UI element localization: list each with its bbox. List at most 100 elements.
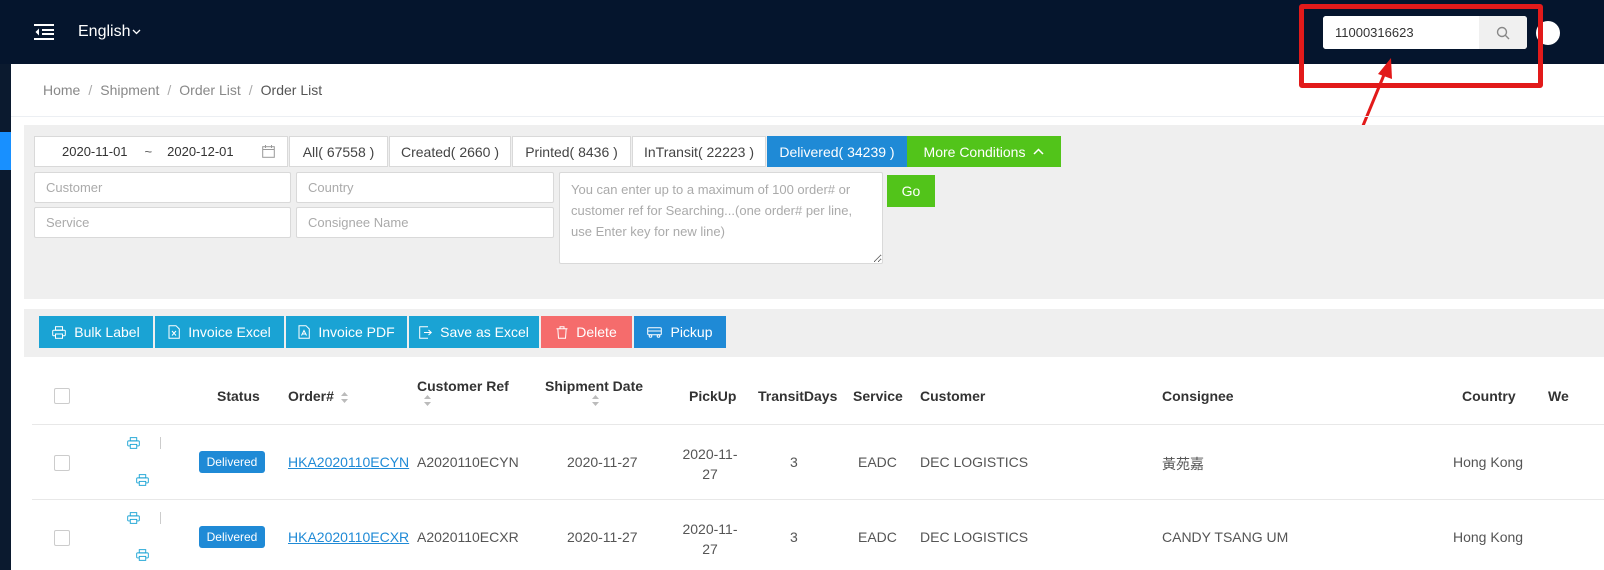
pickup-cell: 2020-11- 27 xyxy=(682,519,738,559)
language-selector[interactable]: English xyxy=(78,23,141,41)
order-number-link[interactable]: HKA2020110ECYN xyxy=(288,454,409,470)
date-separator: ~ xyxy=(144,144,153,159)
language-label: English xyxy=(78,23,131,40)
service-cell: EADC xyxy=(858,529,897,545)
breadcrumb-separator: / xyxy=(248,82,253,98)
column-header-consignee: Consignee xyxy=(1162,388,1234,404)
column-header-country: Country xyxy=(1462,388,1516,404)
country-cell: Hong Kong xyxy=(1453,529,1524,545)
row-checkbox[interactable] xyxy=(54,530,70,546)
service-cell: EADC xyxy=(858,454,897,470)
transit-days-cell: 3 xyxy=(790,529,798,545)
pickup-cell-line2: 27 xyxy=(702,466,718,482)
pickup-button[interactable]: Pickup xyxy=(634,316,726,348)
customer-field[interactable] xyxy=(34,172,291,203)
column-header-status: Status xyxy=(217,388,260,404)
customer-cell: DEC LOGISTICS xyxy=(920,529,1029,545)
date-range-picker[interactable]: 2020-11-01 ~ 2020-12-01 xyxy=(34,136,288,167)
invoice-excel-button[interactable]: Invoice Excel xyxy=(155,316,284,348)
invoice-pdf-button[interactable]: Invoice PDF xyxy=(286,316,407,348)
consignee-cell: 黃苑嘉 xyxy=(1162,456,1204,472)
sort-icon xyxy=(592,395,599,406)
shipment-date-cell: 2020-11-27 xyxy=(567,454,638,470)
consignee-name-field[interactable] xyxy=(296,207,554,238)
row-checkbox[interactable] xyxy=(54,455,70,471)
printer-icon[interactable] xyxy=(127,512,140,524)
breadcrumb-home[interactable]: Home xyxy=(43,82,80,98)
column-header-customer-ref-label: Customer Ref xyxy=(417,378,509,394)
save-as-excel-text: Save as Excel xyxy=(440,324,529,340)
order-numbers-textarea[interactable] xyxy=(559,172,883,264)
column-header-order-label: Order# xyxy=(288,388,334,404)
sort-icon xyxy=(340,391,348,403)
column-header-weight: We xyxy=(1548,388,1569,404)
breadcrumb-divider xyxy=(11,116,1604,117)
customer-ref-cell: A2020110ECXR xyxy=(417,529,519,545)
annotation-highlight-box xyxy=(1299,4,1543,88)
invoice-pdf-text: Invoice PDF xyxy=(318,324,395,340)
breadcrumb-shipment[interactable]: Shipment xyxy=(100,82,159,98)
chevron-down-icon xyxy=(133,29,141,35)
tab-created[interactable]: Created( 2660 ) xyxy=(389,136,511,167)
pickup-cell-line2: 27 xyxy=(702,541,718,557)
invoice-excel-text: Invoice Excel xyxy=(188,324,271,340)
breadcrumb: Home / Shipment / Order List / Order Lis… xyxy=(43,82,322,98)
truck-icon xyxy=(647,327,663,338)
transit-days-cell: 3 xyxy=(790,454,798,470)
status-badge: Delivered xyxy=(199,451,265,473)
printer-icon[interactable] xyxy=(136,549,149,561)
date-to: 2020-12-01 xyxy=(167,144,234,159)
export-icon xyxy=(419,325,433,339)
sort-icon xyxy=(424,395,431,406)
service-field[interactable] xyxy=(34,207,291,238)
tab-printed[interactable]: Printed( 8436 ) xyxy=(512,136,631,167)
breadcrumb-separator: / xyxy=(88,82,93,98)
column-header-customer-ref[interactable]: Customer Ref xyxy=(417,378,509,410)
select-all-checkbox[interactable] xyxy=(54,388,70,404)
printer-icon[interactable] xyxy=(136,474,149,486)
pdf-file-icon xyxy=(298,325,311,339)
tab-delivered[interactable]: Delivered( 34239 ) xyxy=(767,136,907,167)
customer-cell: DEC LOGISTICS xyxy=(920,454,1029,470)
column-header-shipment-date-label: Shipment Date xyxy=(545,378,644,394)
pickup-cell-line1: 2020-11- xyxy=(682,446,738,462)
chevron-up-icon xyxy=(1033,148,1044,155)
breadcrumb-current: Order List xyxy=(260,82,323,98)
shipment-date-cell: 2020-11-27 xyxy=(567,529,638,545)
calendar-icon xyxy=(262,145,275,158)
save-as-excel-button[interactable]: Save as Excel xyxy=(409,316,539,348)
sidebar-active-indicator xyxy=(0,132,11,170)
trash-icon xyxy=(556,325,568,339)
customer-ref-cell: A2020110ECYN xyxy=(417,454,519,470)
bulk-label-button[interactable]: Bulk Label xyxy=(39,316,153,348)
country-cell: Hong Kong xyxy=(1453,454,1524,470)
consignee-cell: CANDY TSANG UM xyxy=(1162,529,1289,545)
status-badge: Delivered xyxy=(199,526,265,548)
bulk-label-text: Bulk Label xyxy=(74,324,140,340)
tab-all[interactable]: All( 67558 ) xyxy=(289,136,388,167)
column-header-service: Service xyxy=(853,388,903,404)
country-field[interactable] xyxy=(296,172,554,203)
go-button[interactable]: Go xyxy=(887,175,935,207)
more-conditions-button[interactable]: More Conditions xyxy=(907,136,1061,167)
excel-file-icon xyxy=(168,325,181,339)
pickup-cell-line1: 2020-11- xyxy=(682,521,738,537)
column-header-pickup: PickUp xyxy=(689,388,737,404)
action-separator xyxy=(160,437,161,449)
pickup-text: Pickup xyxy=(670,324,713,340)
column-header-transit-days: TransitDays xyxy=(758,388,838,404)
order-number-link[interactable]: HKA2020110ECXR xyxy=(288,529,409,545)
column-header-order[interactable]: Order# xyxy=(288,388,349,404)
tab-intransit[interactable]: InTransit( 22223 ) xyxy=(632,136,766,167)
date-from: 2020-11-01 xyxy=(62,144,128,159)
column-header-shipment-date[interactable]: Shipment Date xyxy=(545,378,643,410)
printer-icon xyxy=(52,325,67,339)
breadcrumb-separator: / xyxy=(167,82,172,98)
delete-button[interactable]: Delete xyxy=(541,316,632,348)
table-row-divider xyxy=(32,424,1604,425)
column-header-customer: Customer xyxy=(920,388,986,404)
menu-fold-icon[interactable] xyxy=(34,24,54,40)
printer-icon[interactable] xyxy=(127,437,140,449)
breadcrumb-order-list[interactable]: Order List xyxy=(179,82,240,98)
delete-text: Delete xyxy=(576,324,617,340)
